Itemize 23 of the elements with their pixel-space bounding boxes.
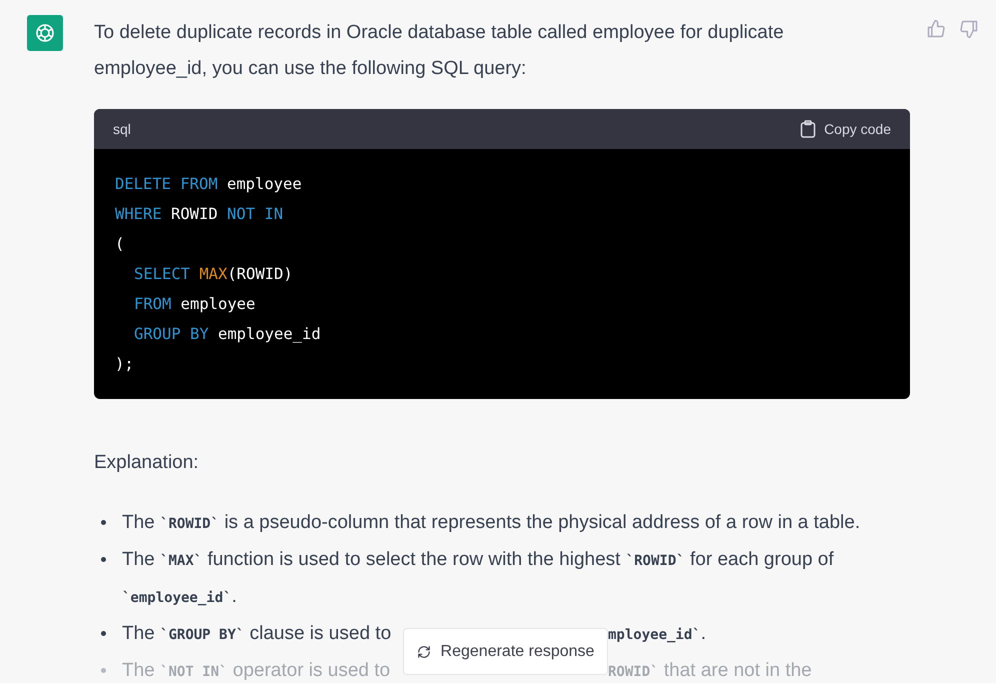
code-language: sql bbox=[113, 121, 131, 137]
bullet-text: The `GROUP BY` clause is used to bbox=[122, 622, 392, 646]
assistant-avatar-icon bbox=[27, 15, 63, 51]
bullet-text: ROWID` that are not in the bbox=[608, 659, 812, 683]
thumbs-down-icon[interactable] bbox=[959, 19, 979, 39]
code-line: ); bbox=[115, 354, 134, 375]
thumbs-up-icon[interactable] bbox=[926, 19, 946, 39]
clipboard-icon bbox=[800, 120, 816, 138]
code-line: SELECT MAX(ROWID) bbox=[133, 264, 293, 285]
regenerate-response-button[interactable]: Regenerate response bbox=[403, 628, 608, 675]
bullet-text: The `MAX` function is used to select the row with the highest `ROWID` for each group of `employee_id`. bbox=[122, 549, 834, 607]
bullet-text: mployee_id`. bbox=[608, 622, 706, 646]
message-text: To delete duplicate records in Oracle database table called employee for duplicate employee_id, you can use the following SQL query: bbox=[94, 21, 785, 81]
copy-code-button[interactable]: Copy code bbox=[800, 120, 891, 138]
code-line: DELETE FROM employee bbox=[115, 174, 302, 195]
code-line: ( bbox=[115, 234, 124, 255]
bullet-text: The `ROWID` is a pseudo-column that represents the physical address of a row in a table. bbox=[122, 512, 860, 533]
code-line: GROUP BY employee_id bbox=[133, 324, 321, 345]
code-line: FROM employee bbox=[133, 294, 256, 315]
code-line: WHERE ROWID NOT IN bbox=[115, 204, 284, 225]
bullet-text: The `NOT IN` operator is used to bbox=[122, 659, 392, 683]
refresh-icon bbox=[416, 644, 431, 658]
explanation-heading: Explanation: bbox=[94, 451, 200, 475]
